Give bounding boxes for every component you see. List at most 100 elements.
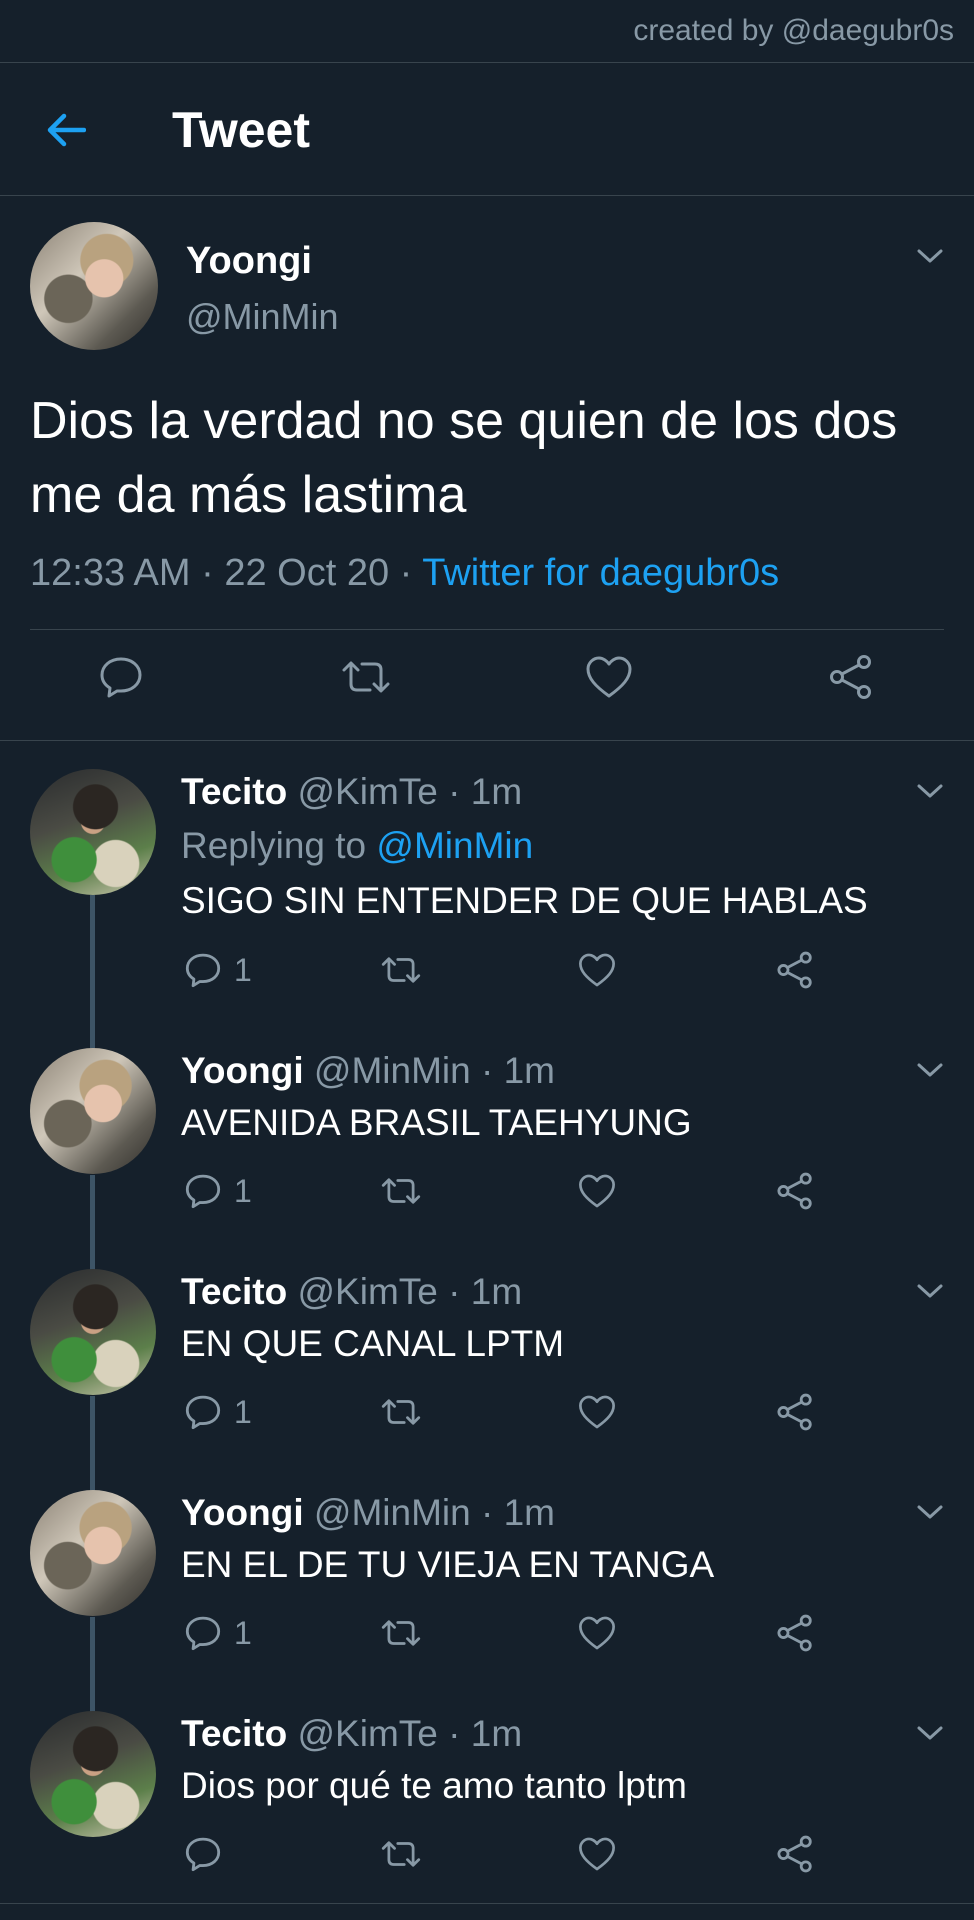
tweet-source-link[interactable]: Twitter for daegubr0s: [422, 552, 779, 594]
retweet-button[interactable]: [380, 1172, 422, 1210]
meta-separator: ·: [448, 1271, 461, 1312]
page-title: Tweet: [172, 102, 310, 158]
meta-separator: ·: [481, 1492, 494, 1533]
retweet-icon: [342, 661, 390, 693]
meta-separator: ·: [399, 552, 413, 594]
watermark-credit: created by @daegubr0s: [633, 14, 954, 47]
bottom-divider: [0, 1903, 974, 1904]
comment-icon: [100, 657, 142, 698]
retweet-icon: [381, 1399, 421, 1425]
chevron-down-icon[interactable]: [916, 246, 944, 266]
retweet-button[interactable]: [380, 1393, 422, 1431]
share-icon: [777, 1835, 812, 1873]
author-name[interactable]: Tecito: [181, 771, 287, 812]
replying-to: Replying to @MinMin: [181, 825, 533, 867]
share-icon: [777, 951, 812, 989]
mention-link[interactable]: @MinMin: [376, 825, 533, 866]
tweet-meta: 12:33 AM · 22 Oct 20 · Twitter for daegu…: [30, 552, 779, 595]
chevron-down-icon[interactable]: [916, 1060, 944, 1080]
chevron-down-icon[interactable]: [916, 781, 944, 801]
reply-tweet[interactable]: Tecito @KimTe · 1m EN QUE CANAL LPTM 1: [0, 1245, 974, 1465]
share-button[interactable]: [776, 1393, 814, 1431]
reply-button[interactable]: 1: [184, 1614, 252, 1652]
reply-count: 1: [234, 1172, 252, 1209]
meta-divider: [30, 629, 944, 630]
back-button[interactable]: [40, 107, 92, 153]
share-button[interactable]: [776, 1172, 814, 1210]
share-button[interactable]: [776, 951, 814, 989]
chevron-down-icon[interactable]: [916, 1723, 944, 1743]
like-button[interactable]: [578, 1835, 616, 1873]
like-button[interactable]: [578, 1172, 616, 1210]
reply-action-bar: [0, 1835, 974, 1885]
reply-header: Tecito @KimTe · 1m: [181, 1713, 522, 1755]
author-name[interactable]: Tecito: [181, 1713, 287, 1754]
heart-icon: [579, 1616, 615, 1650]
meta-separator: ·: [481, 1050, 494, 1091]
replying-to-label: Replying to: [181, 825, 367, 866]
reply-button[interactable]: [98, 654, 144, 700]
author-name[interactable]: Yoongi: [186, 240, 312, 283]
author-handle[interactable]: @MinMin: [186, 296, 339, 338]
author-handle[interactable]: @KimTe: [298, 1271, 438, 1312]
heart-icon: [579, 1174, 615, 1208]
reply-action-bar: 1: [0, 951, 974, 1001]
reply-tweet[interactable]: Tecito @KimTe · 1m Replying to @MinMin S…: [0, 745, 974, 1025]
tweet-time: 1m: [470, 1713, 523, 1754]
avatar[interactable]: [30, 1711, 156, 1837]
header-bar: Tweet: [0, 63, 974, 196]
retweet-button[interactable]: [380, 1614, 422, 1652]
heart-icon: [579, 1837, 615, 1871]
chevron-down-icon[interactable]: [916, 1502, 944, 1522]
reply-tweet[interactable]: Yoongi @MinMin · 1m EN EL DE TU VIEJA EN…: [0, 1466, 974, 1686]
author-handle[interactable]: @MinMin: [314, 1492, 471, 1533]
reply-tweet[interactable]: Tecito @KimTe · 1m Dios por qué te amo t…: [0, 1687, 974, 1902]
avatar[interactable]: [30, 222, 158, 350]
like-button[interactable]: [578, 1614, 616, 1652]
like-button[interactable]: [585, 654, 633, 700]
avatar[interactable]: [30, 1269, 156, 1395]
author-name[interactable]: Tecito: [181, 1271, 287, 1312]
share-icon: [777, 1393, 812, 1431]
reply-button[interactable]: 1: [184, 1393, 252, 1431]
like-button[interactable]: [578, 1393, 616, 1431]
share-button[interactable]: [776, 1835, 814, 1873]
avatar[interactable]: [30, 1048, 156, 1174]
tweet-text: EN QUE CANAL LPTM: [181, 1323, 565, 1364]
reply-action-bar: 1: [0, 1172, 974, 1222]
meta-separator: ·: [448, 1713, 461, 1754]
avatar[interactable]: [30, 1490, 156, 1616]
retweet-button[interactable]: [380, 1835, 422, 1873]
reply-button[interactable]: [184, 1835, 234, 1873]
share-icon: [777, 1172, 812, 1210]
chevron-down-icon[interactable]: [916, 1281, 944, 1301]
tweet-time: 1m: [470, 771, 523, 812]
tweet-date: 22 Oct 20: [224, 552, 390, 594]
retweet-button[interactable]: [380, 951, 422, 989]
heart-icon: [579, 1395, 615, 1429]
reply-button[interactable]: 1: [184, 1172, 252, 1210]
tweet-time: 1m: [470, 1271, 523, 1312]
reply-header: Tecito @KimTe · 1m: [181, 1271, 522, 1313]
reply-header: Tecito @KimTe · 1m: [181, 771, 522, 813]
share-button[interactable]: [776, 1614, 814, 1652]
author-handle[interactable]: @KimTe: [298, 771, 438, 812]
retweet-icon: [381, 1620, 421, 1646]
avatar[interactable]: [30, 769, 156, 895]
comment-icon: [185, 1395, 221, 1430]
share-button[interactable]: [828, 654, 874, 700]
tweet-time: 1m: [503, 1492, 556, 1533]
comment-icon: [185, 1174, 221, 1209]
reply-tweet[interactable]: Yoongi @MinMin · 1m AVENIDA BRASIL TAEHY…: [0, 1024, 974, 1244]
author-name[interactable]: Yoongi: [181, 1050, 304, 1091]
author-name[interactable]: Yoongi: [181, 1492, 304, 1533]
heart-icon: [579, 953, 615, 987]
reply-action-bar: 1: [0, 1393, 974, 1443]
author-handle[interactable]: @MinMin: [314, 1050, 471, 1091]
author-handle[interactable]: @KimTe: [298, 1713, 438, 1754]
reply-button[interactable]: 1: [184, 951, 252, 989]
retweet-button[interactable]: [340, 654, 392, 700]
heart-icon: [586, 656, 632, 698]
like-button[interactable]: [578, 951, 616, 989]
tweet-text: AVENIDA BRASIL TAEHYUNG: [181, 1102, 692, 1143]
